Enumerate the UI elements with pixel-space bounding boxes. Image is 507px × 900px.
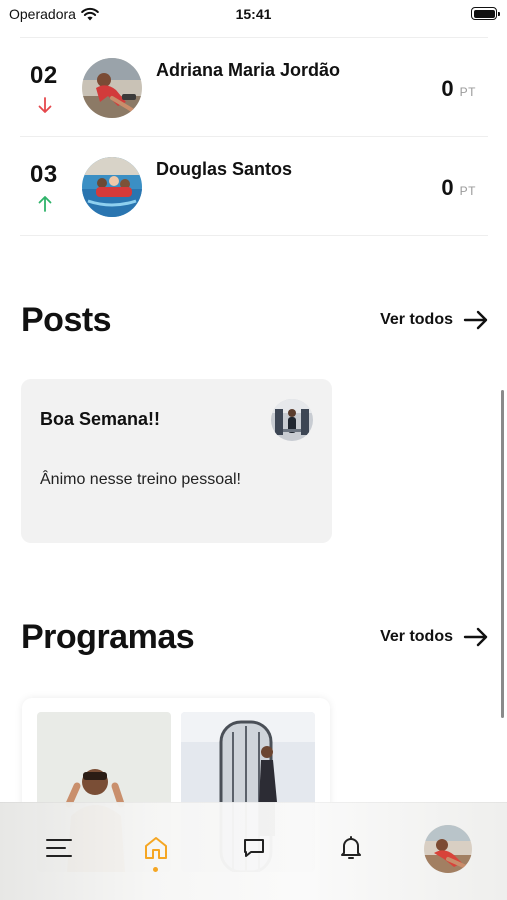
tab-profile[interactable] — [424, 825, 472, 873]
tab-notifications[interactable] — [334, 831, 368, 865]
menu-icon — [46, 839, 72, 857]
athlete-name: Douglas Santos — [156, 159, 293, 179]
posts-section-title: Posts — [21, 301, 112, 339]
tab-home[interactable] — [139, 831, 173, 865]
points-display: 0 PT — [441, 76, 476, 102]
post-body: Ânimo nesse treino pessoal! — [40, 471, 241, 488]
points-unit: PT — [459, 184, 476, 198]
tab-messages[interactable] — [237, 831, 271, 865]
arrow-down-icon — [38, 97, 52, 113]
status-time: 15:41 — [235, 6, 272, 22]
arrow-right-icon — [463, 627, 488, 647]
bottom-tab-bar — [0, 802, 507, 900]
see-all-label: Ver todos — [380, 628, 453, 645]
post-author-avatar — [271, 399, 313, 441]
ranking-row[interactable]: 02 Adriana Maria Jordão 0 PT — [20, 37, 488, 135]
see-all-label: Ver todos — [380, 311, 453, 328]
athlete-name: Adriana Maria Jordão — [156, 60, 341, 80]
arrow-right-icon — [463, 310, 488, 330]
post-title: Boa Semana!! — [40, 409, 161, 429]
points-value: 0 — [441, 76, 454, 101]
rank-position: 02 — [30, 62, 58, 89]
home-icon — [145, 837, 167, 859]
ranking-row[interactable]: 03 Douglas Santos 0 PT — [20, 136, 488, 234]
bell-icon — [341, 836, 361, 859]
programs-see-all-link[interactable]: Ver todos — [380, 627, 489, 647]
rank-position: 03 — [30, 161, 58, 188]
active-tab-indicator — [153, 867, 158, 872]
programs-section-title: Programas — [21, 618, 195, 656]
post-card[interactable]: Boa Semana!! Ânimo nesse treino pessoal! — [21, 379, 332, 543]
divider — [20, 235, 488, 236]
points-display: 0 PT — [441, 175, 476, 201]
chat-bubble-icon — [244, 839, 264, 857]
points-value: 0 — [441, 175, 454, 200]
user-avatar — [424, 825, 472, 873]
posts-see-all-link[interactable]: Ver todos — [380, 310, 489, 330]
tab-menu[interactable] — [42, 831, 76, 865]
battery-icon — [471, 7, 500, 20]
arrow-up-icon — [38, 196, 52, 212]
points-unit: PT — [459, 85, 476, 99]
avatar — [82, 58, 142, 118]
avatar — [82, 157, 142, 217]
scroll-indicator — [501, 390, 504, 718]
status-bar: Operadora 15:41 — [0, 0, 507, 28]
